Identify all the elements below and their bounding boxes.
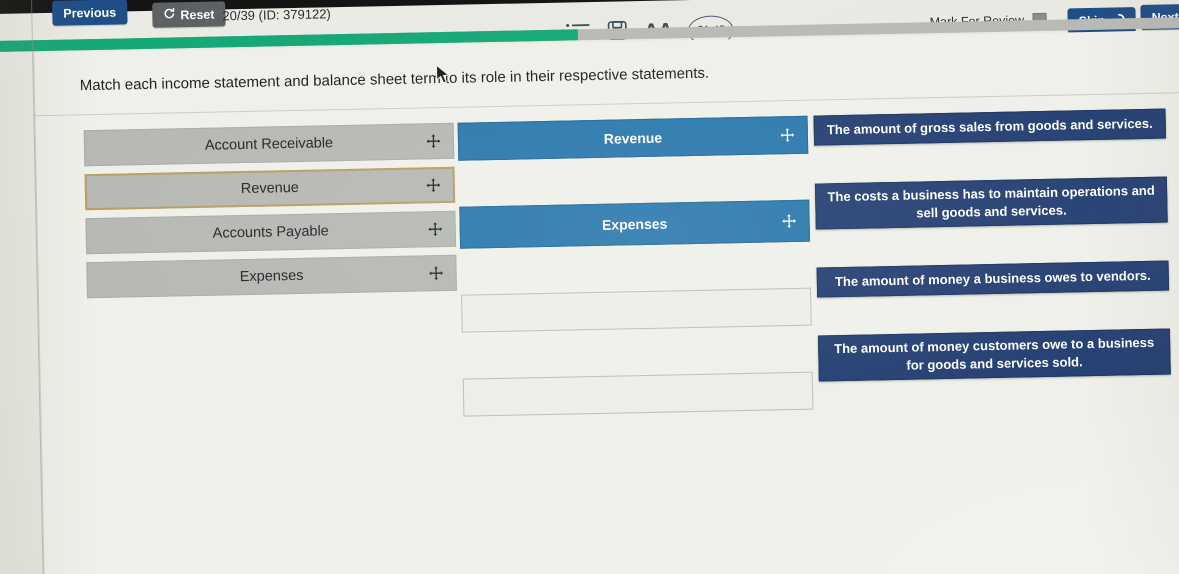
- reset-button[interactable]: Reset: [152, 1, 226, 28]
- answer-slot-filled[interactable]: Revenue: [457, 115, 809, 161]
- screen-photo: Omnia SMST V1.0.21 Previous Reset 20/39 …: [0, 0, 1179, 574]
- term-item[interactable]: Account Receivable: [83, 122, 455, 167]
- definition-card[interactable]: The amount of money customers owe to a b…: [817, 328, 1171, 382]
- answer-slot-empty[interactable]: [461, 287, 812, 333]
- answer-slot-empty[interactable]: [462, 371, 814, 417]
- definition-card-text: The costs a business has to maintain ope…: [827, 183, 1155, 221]
- move-arrows-icon[interactable]: [426, 134, 441, 149]
- definition-card[interactable]: The amount of gross sales from goods and…: [813, 108, 1167, 146]
- term-item-label: Expenses: [239, 267, 304, 286]
- previous-button[interactable]: Previous: [52, 0, 128, 26]
- quiz-screen: Omnia SMST V1.0.21 Previous Reset 20/39 …: [0, 0, 1179, 574]
- answer-slot-filled[interactable]: Expenses: [459, 199, 811, 249]
- definition-card[interactable]: The amount of money a business owes to v…: [816, 260, 1170, 298]
- previous-button-label: Previous: [63, 5, 117, 21]
- term-item[interactable]: Expenses: [86, 254, 457, 299]
- move-arrows-icon[interactable]: [428, 222, 443, 237]
- question-prompt: Match each income statement and balance …: [79, 64, 710, 95]
- term-item-label: Account Receivable: [204, 135, 334, 154]
- definitions-column: The amount of gross sales from goods and…: [813, 108, 1172, 420]
- term-item-label: Accounts Payable: [212, 223, 329, 242]
- answer-slot-label: Expenses: [601, 215, 668, 233]
- answer-slots-column: Revenue Expenses: [457, 115, 815, 463]
- move-arrows-icon[interactable]: [780, 127, 795, 143]
- terms-column: Account Receivable Revenue Accounts Payabl…: [83, 122, 457, 306]
- move-arrows-icon[interactable]: [428, 266, 444, 281]
- term-item[interactable]: Revenue: [84, 166, 456, 211]
- move-arrows-icon[interactable]: [426, 178, 441, 193]
- definition-card[interactable]: The costs a business has to maintain ope…: [814, 176, 1168, 230]
- definition-card-text: The amount of money a business owes to v…: [834, 268, 1151, 290]
- answer-slot-label: Revenue: [603, 129, 663, 147]
- term-item[interactable]: Accounts Payable: [85, 210, 457, 255]
- refresh-icon: [163, 7, 175, 22]
- definition-card-text: The amount of gross sales from goods and…: [826, 115, 1153, 138]
- move-arrows-icon[interactable]: [781, 213, 797, 229]
- term-item-label: Revenue: [240, 179, 300, 198]
- question-card: Match each income statement and balance …: [33, 29, 1179, 574]
- question-counter: 20/39 (ID: 379122): [222, 6, 331, 24]
- reset-button-label: Reset: [180, 7, 215, 22]
- definition-card-text: The amount of money customers owe to a b…: [834, 335, 1155, 373]
